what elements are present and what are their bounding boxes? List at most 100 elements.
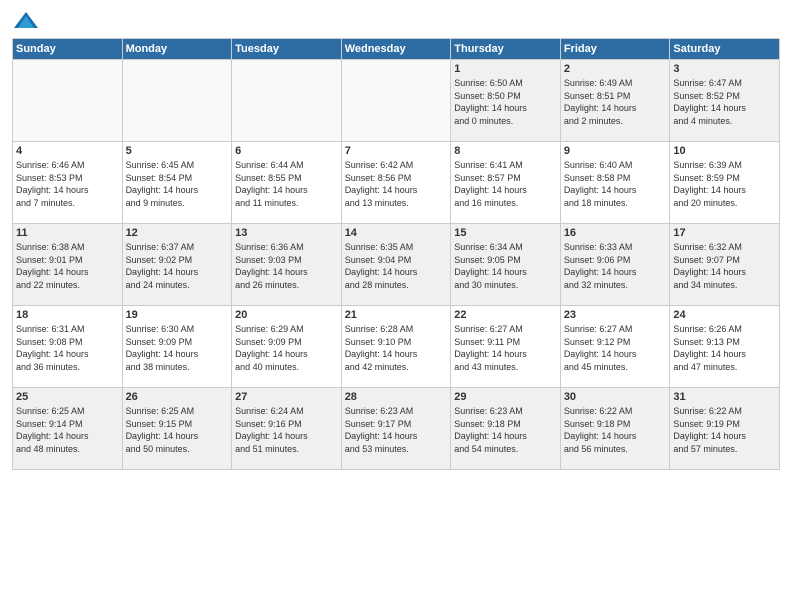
day-number: 7 — [345, 145, 448, 157]
calendar-cell: 20 Sunrise: 6:29 AM Sunset: 9:09 PM Dayli… — [232, 306, 342, 388]
day-info: Sunrise: 6:36 AM Sunset: 9:03 PM Dayligh… — [235, 241, 338, 291]
week-row-0: 1 Sunrise: 6:50 AM Sunset: 8:50 PM Daylig… — [13, 60, 780, 142]
calendar-cell: 3Sunrise: 6:47 AM Sunset: 8:52 PM Daylig… — [670, 60, 780, 142]
logo — [12, 10, 44, 32]
day-info: Sunrise: 6:44 AM Sunset: 8:55 PM Dayligh… — [235, 159, 338, 209]
weekday-header-monday: Monday — [122, 39, 232, 60]
day-info: Sunrise: 6:27 AM Sunset: 9:11 PM Dayligh… — [454, 323, 557, 373]
calendar-table: SundayMondayTuesdayWednesdayThursdayFrid… — [12, 38, 780, 470]
day-info: Sunrise: 6:29 AM Sunset: 9:09 PM Dayligh… — [235, 323, 338, 373]
day-info: Sunrise: 6:30 AM Sunset: 9:09 PM Dayligh… — [126, 323, 229, 373]
calendar-cell: 5 Sunrise: 6:45 AM Sunset: 8:54 PM Daylig… — [122, 142, 232, 224]
day-number: 13 — [235, 227, 338, 239]
calendar-cell: 26 Sunrise: 6:25 AM Sunset: 9:15 PM Dayli… — [122, 388, 232, 470]
calendar-cell: 19 Sunrise: 6:30 AM Sunset: 9:09 PM Dayli… — [122, 306, 232, 388]
calendar-cell: 31 Sunrise: 6:22 AM Sunset: 9:19 PM Dayli… — [670, 388, 780, 470]
week-row-2: 11 Sunrise: 6:38 AM Sunset: 9:01 PM Dayli… — [13, 224, 780, 306]
calendar-cell: 9 Sunrise: 6:40 AM Sunset: 8:58 PM Daylig… — [560, 142, 670, 224]
day-number: 6 — [235, 145, 338, 157]
day-info: Sunrise: 6:31 AM Sunset: 9:08 PM Dayligh… — [16, 323, 119, 373]
calendar-cell: 11 Sunrise: 6:38 AM Sunset: 9:01 PM Dayli… — [13, 224, 123, 306]
weekday-header-saturday: Saturday — [670, 39, 780, 60]
day-number: 27 — [235, 391, 338, 403]
weekday-header-wednesday: Wednesday — [341, 39, 451, 60]
day-number: 2 — [564, 63, 667, 75]
day-info: Sunrise: 6:38 AM Sunset: 9:01 PM Dayligh… — [16, 241, 119, 291]
day-info: Sunrise: 6:26 AM Sunset: 9:13 PM Dayligh… — [673, 323, 776, 373]
day-info: Sunrise: 6:40 AM Sunset: 8:58 PM Dayligh… — [564, 159, 667, 209]
day-info: Sunrise: 6:37 AM Sunset: 9:02 PM Dayligh… — [126, 241, 229, 291]
day-number: 18 — [16, 309, 119, 321]
day-number: 24 — [673, 309, 776, 321]
day-number: 1 — [454, 63, 557, 75]
calendar-cell: 27 Sunrise: 6:24 AM Sunset: 9:16 PM Dayli… — [232, 388, 342, 470]
calendar-cell: 16 Sunrise: 6:33 AM Sunset: 9:06 PM Dayli… — [560, 224, 670, 306]
day-info: Sunrise: 6:39 AM Sunset: 8:59 PM Dayligh… — [673, 159, 776, 209]
day-number: 12 — [126, 227, 229, 239]
calendar-cell: 7Sunrise: 6:42 AM Sunset: 8:56 PM Daylig… — [341, 142, 451, 224]
calendar-cell: 15 Sunrise: 6:34 AM Sunset: 9:05 PM Dayli… — [451, 224, 561, 306]
calendar-cell: 30Sunrise: 6:22 AM Sunset: 9:18 PM Dayli… — [560, 388, 670, 470]
calendar-cell: 24 Sunrise: 6:26 AM Sunset: 9:13 PM Dayli… — [670, 306, 780, 388]
day-number: 15 — [454, 227, 557, 239]
calendar-cell: 14 Sunrise: 6:35 AM Sunset: 9:04 PM Dayli… — [341, 224, 451, 306]
page-header — [12, 10, 780, 32]
day-number: 16 — [564, 227, 667, 239]
day-number: 4 — [16, 145, 119, 157]
day-info: Sunrise: 6:34 AM Sunset: 9:05 PM Dayligh… — [454, 241, 557, 291]
day-info: Sunrise: 6:35 AM Sunset: 9:04 PM Dayligh… — [345, 241, 448, 291]
day-number: 20 — [235, 309, 338, 321]
day-number: 22 — [454, 309, 557, 321]
day-info: Sunrise: 6:49 AM Sunset: 8:51 PM Dayligh… — [564, 77, 667, 127]
day-number: 30 — [564, 391, 667, 403]
day-info: Sunrise: 6:25 AM Sunset: 9:14 PM Dayligh… — [16, 405, 119, 455]
day-number: 31 — [673, 391, 776, 403]
calendar-cell: 18 Sunrise: 6:31 AM Sunset: 9:08 PM Dayli… — [13, 306, 123, 388]
day-number: 9 — [564, 145, 667, 157]
calendar-cell: 4Sunrise: 6:46 AM Sunset: 8:53 PM Daylig… — [13, 142, 123, 224]
calendar-cell — [122, 60, 232, 142]
calendar-cell: 25 Sunrise: 6:25 AM Sunset: 9:14 PM Dayli… — [13, 388, 123, 470]
day-info: Sunrise: 6:41 AM Sunset: 8:57 PM Dayligh… — [454, 159, 557, 209]
day-info: Sunrise: 6:25 AM Sunset: 9:15 PM Dayligh… — [126, 405, 229, 455]
weekday-header-friday: Friday — [560, 39, 670, 60]
day-info: Sunrise: 6:24 AM Sunset: 9:16 PM Dayligh… — [235, 405, 338, 455]
day-number: 8 — [454, 145, 557, 157]
day-number: 19 — [126, 309, 229, 321]
day-info: Sunrise: 6:23 AM Sunset: 9:17 PM Dayligh… — [345, 405, 448, 455]
weekday-header-tuesday: Tuesday — [232, 39, 342, 60]
day-info: Sunrise: 6:22 AM Sunset: 9:19 PM Dayligh… — [673, 405, 776, 455]
day-info: Sunrise: 6:28 AM Sunset: 9:10 PM Dayligh… — [345, 323, 448, 373]
day-info: Sunrise: 6:50 AM Sunset: 8:50 PM Dayligh… — [454, 77, 557, 127]
calendar-cell: 17Sunrise: 6:32 AM Sunset: 9:07 PM Dayli… — [670, 224, 780, 306]
weekday-header-sunday: Sunday — [13, 39, 123, 60]
week-row-4: 25 Sunrise: 6:25 AM Sunset: 9:14 PM Dayli… — [13, 388, 780, 470]
day-number: 3 — [673, 63, 776, 75]
week-row-1: 4Sunrise: 6:46 AM Sunset: 8:53 PM Daylig… — [13, 142, 780, 224]
day-number: 23 — [564, 309, 667, 321]
calendar-cell — [13, 60, 123, 142]
calendar-cell: 13 Sunrise: 6:36 AM Sunset: 9:03 PM Dayli… — [232, 224, 342, 306]
calendar-cell: 1 Sunrise: 6:50 AM Sunset: 8:50 PM Daylig… — [451, 60, 561, 142]
day-info: Sunrise: 6:45 AM Sunset: 8:54 PM Dayligh… — [126, 159, 229, 209]
day-info: Sunrise: 6:33 AM Sunset: 9:06 PM Dayligh… — [564, 241, 667, 291]
calendar-cell: 22 Sunrise: 6:27 AM Sunset: 9:11 PM Dayli… — [451, 306, 561, 388]
calendar-cell: 6 Sunrise: 6:44 AM Sunset: 8:55 PM Daylig… — [232, 142, 342, 224]
weekday-header-row: SundayMondayTuesdayWednesdayThursdayFrid… — [13, 39, 780, 60]
logo-icon — [12, 10, 40, 32]
week-row-3: 18 Sunrise: 6:31 AM Sunset: 9:08 PM Dayli… — [13, 306, 780, 388]
day-number: 10 — [673, 145, 776, 157]
calendar-cell: 23 Sunrise: 6:27 AM Sunset: 9:12 PM Dayli… — [560, 306, 670, 388]
day-number: 14 — [345, 227, 448, 239]
day-number: 21 — [345, 309, 448, 321]
day-number: 25 — [16, 391, 119, 403]
day-info: Sunrise: 6:27 AM Sunset: 9:12 PM Dayligh… — [564, 323, 667, 373]
day-number: 29 — [454, 391, 557, 403]
calendar-cell: 10 Sunrise: 6:39 AM Sunset: 8:59 PM Dayli… — [670, 142, 780, 224]
weekday-header-thursday: Thursday — [451, 39, 561, 60]
day-number: 11 — [16, 227, 119, 239]
day-number: 5 — [126, 145, 229, 157]
calendar-cell: 12 Sunrise: 6:37 AM Sunset: 9:02 PM Dayli… — [122, 224, 232, 306]
day-number: 17 — [673, 227, 776, 239]
day-number: 26 — [126, 391, 229, 403]
